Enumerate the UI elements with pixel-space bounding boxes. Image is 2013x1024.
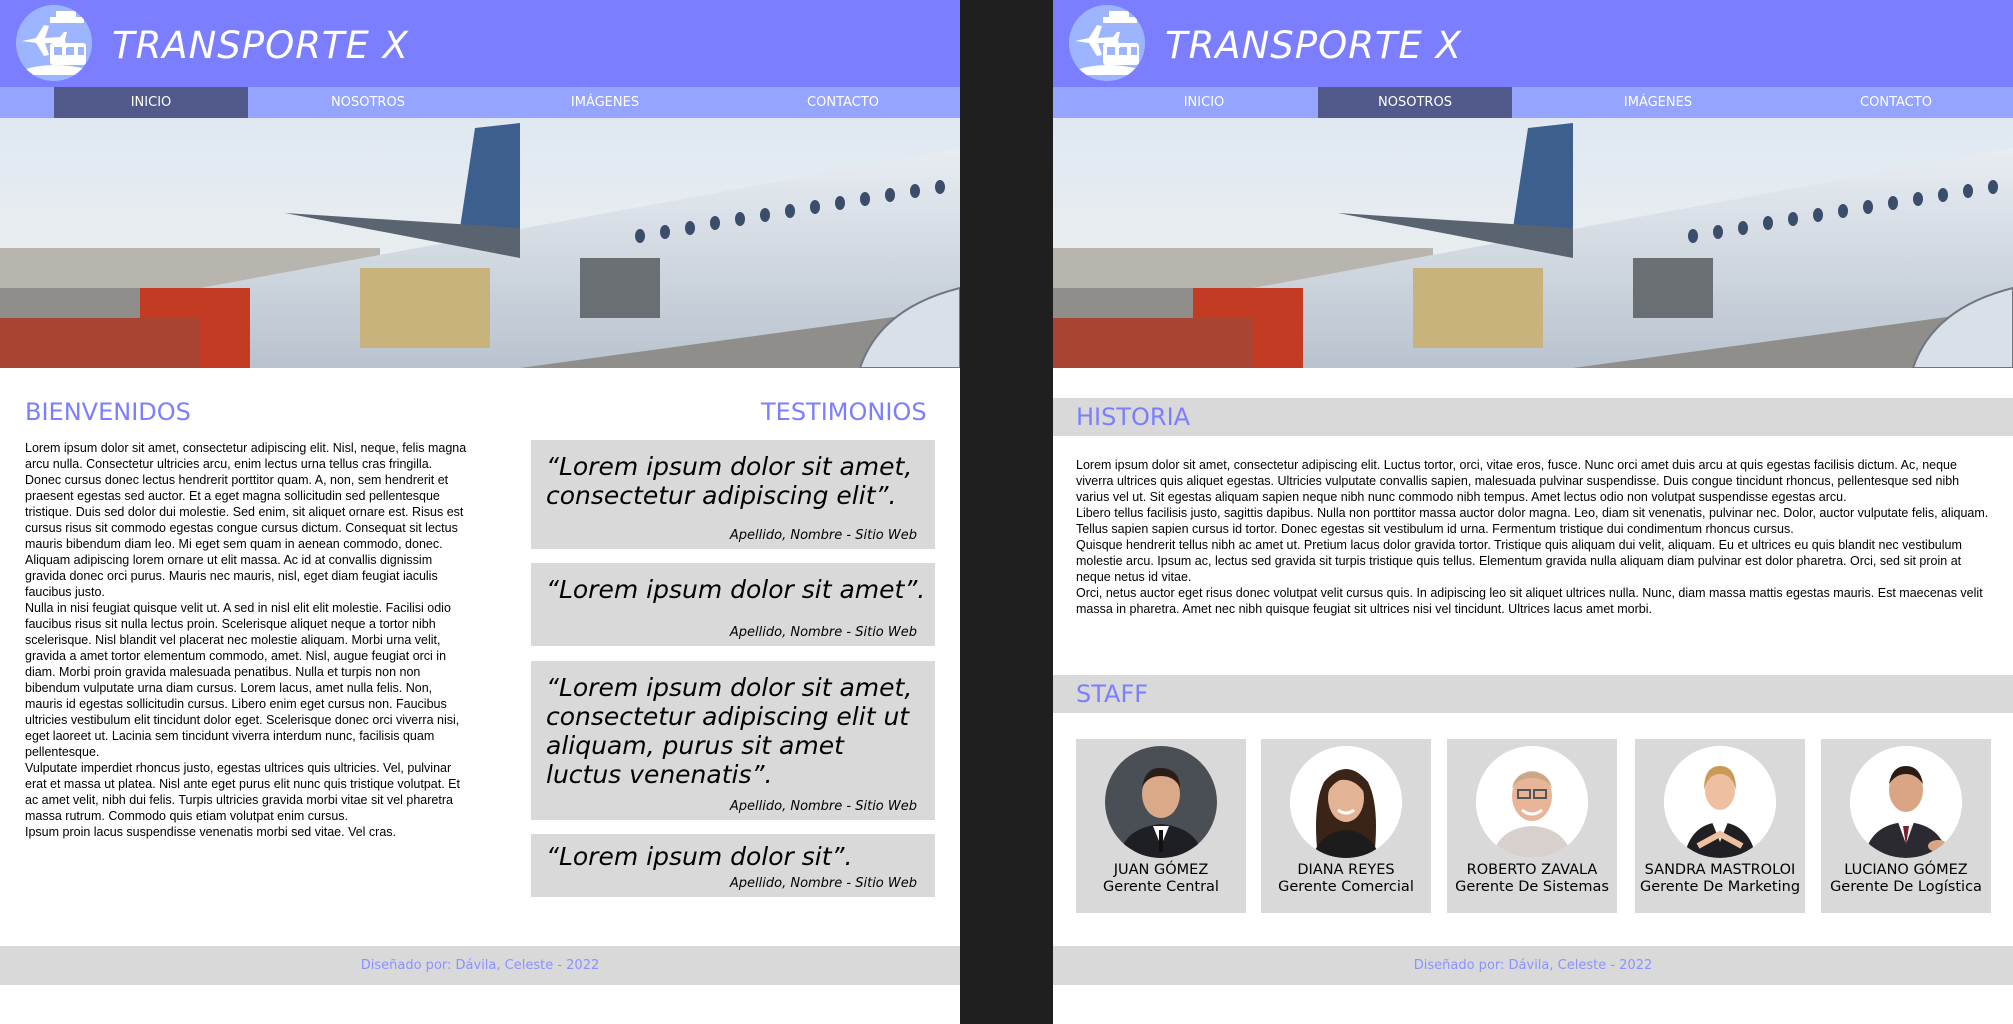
nav-imagenes[interactable]: IMÁGENES [1561,87,1755,118]
staff-role: Gerente De Logística [1830,879,1982,895]
staff-photo [1290,746,1402,858]
testimonial-quote: “Lorem ipsum dolor sit”. [546,842,853,871]
history-paragraph: Lorem ipsum dolor sit amet, consectetur … [1076,458,1960,504]
welcome-paragraph: Vulputate imperdiet rhoncus justo, egest… [25,761,460,823]
site-title: TRANSPORTE X [1165,24,1463,67]
site-title: TRANSPORTE X [112,24,410,67]
testimonial-card: “Lorem ipsum dolor sit amet, consectetur… [531,440,935,549]
site-header: TRANSPORTE X [1053,0,2013,87]
history-text: Lorem ipsum dolor sit amet, consectetur … [1076,457,1991,617]
site-footer: Diseñado por: Dávila, Celeste - 2022 [0,946,960,985]
welcome-paragraph: Ipsum proin lacus suspendisse venenatis … [25,825,397,839]
nav-inicio[interactable]: INICIO [54,87,248,118]
staff-role: Gerente De Sistemas [1455,879,1609,895]
staff-card: DIANA REYES Gerente Comercial [1261,739,1431,913]
nav-inicio[interactable]: INICIO [1107,87,1301,118]
hero-image [1053,118,2013,368]
staff-role: Gerente Comercial [1278,879,1414,895]
history-paragraph: Quisque hendrerit tellus nibh ac amet ut… [1076,538,1962,584]
site-header: TRANSPORTE X [0,0,960,87]
history-paragraph: Libero tellus facilisis justo, sagittis … [1076,506,1989,536]
site-footer: Diseñado por: Dávila, Celeste - 2022 [1053,946,2013,985]
testimonial-author: Apellido, Nombre - Sitio Web [729,876,917,891]
testimonial-quote: “Lorem ipsum dolor sit amet”. [546,575,926,604]
staff-name: JUAN GÓMEZ [1113,862,1209,878]
staff-role: Gerente De Marketing [1639,879,1801,895]
nav-nosotros[interactable]: NOSOTROS [271,87,465,118]
testimonial-author: Apellido, Nombre - Sitio Web [729,625,917,640]
staff-photo [1664,746,1776,858]
staff-card: ROBERTO ZAVALA Gerente De Sistemas [1447,739,1617,913]
history-band: HISTORIA [1053,398,2013,436]
nav-imagenes[interactable]: IMÁGENES [508,87,702,118]
welcome-heading: BIENVENIDOS [25,398,191,426]
staff-photo [1105,746,1217,858]
staff-name: DIANA REYES [1297,862,1395,878]
nav-contacto[interactable]: CONTACTO [1799,87,1993,118]
testimonial-author: Apellido, Nombre - Sitio Web [729,799,917,814]
airplane-train-ship-icon[interactable] [16,5,92,81]
history-paragraph: Orci, netus auctor eget risus donec volu… [1076,586,1983,616]
testimonial-author: Apellido, Nombre - Sitio Web [729,528,917,543]
main-nav: INICIO NOSOTROS IMÁGENES CONTACTO [1053,87,2013,118]
page-nosotros: TRANSPORTE X INICIO NOSOTROS IMÁGENES CO… [1053,0,2013,1024]
staff-card: JUAN GÓMEZ Gerente Central [1076,739,1246,913]
staff-role: Gerente Central [1103,879,1219,895]
testimonial-card: “Lorem ipsum dolor sit amet”. Apellido, … [531,563,935,646]
welcome-paragraph: Lorem ipsum dolor sit amet, consectetur … [25,441,467,599]
staff-card: LUCIANO GÓMEZ Gerente De Logística [1821,739,1991,913]
nav-nosotros[interactable]: NOSOTROS [1318,87,1512,118]
staff-photo [1476,746,1588,858]
testimonial-quote: “Lorem ipsum dolor sit amet, consectetur… [546,673,913,789]
main-nav: INICIO NOSOTROS IMÁGENES CONTACTO [0,87,960,118]
hero-image [0,118,960,368]
staff-band: STAFF [1053,675,2013,713]
staff-heading: STAFF [1076,680,1149,708]
testimonial-card: “Lorem ipsum dolor sit”. Apellido, Nombr… [531,834,935,897]
staff-photo [1850,746,1962,858]
welcome-text: Lorem ipsum dolor sit amet, consectetur … [25,440,470,840]
testimonial-quote: “Lorem ipsum dolor sit amet, consectetur… [546,452,913,510]
panel-divider [960,0,1053,1024]
staff-name: LUCIANO GÓMEZ [1844,862,1968,878]
staff-name: ROBERTO ZAVALA [1466,862,1598,878]
testimonial-card: “Lorem ipsum dolor sit amet, consectetur… [531,661,935,820]
page-inicio: TRANSPORTE X INICIO NOSOTROS IMÁGENES CO… [0,0,960,1024]
staff-name: SANDRA MASTROLOI [1644,862,1796,878]
staff-card: SANDRA MASTROLOI Gerente De Marketing [1635,739,1805,913]
welcome-paragraph: Nulla in nisi feugiat quisque velit ut. … [25,601,460,759]
history-heading: HISTORIA [1076,403,1191,431]
nav-contacto[interactable]: CONTACTO [746,87,940,118]
testimonials-heading: TESTIMONIOS [761,398,927,426]
airplane-train-ship-icon[interactable] [1069,5,1145,81]
